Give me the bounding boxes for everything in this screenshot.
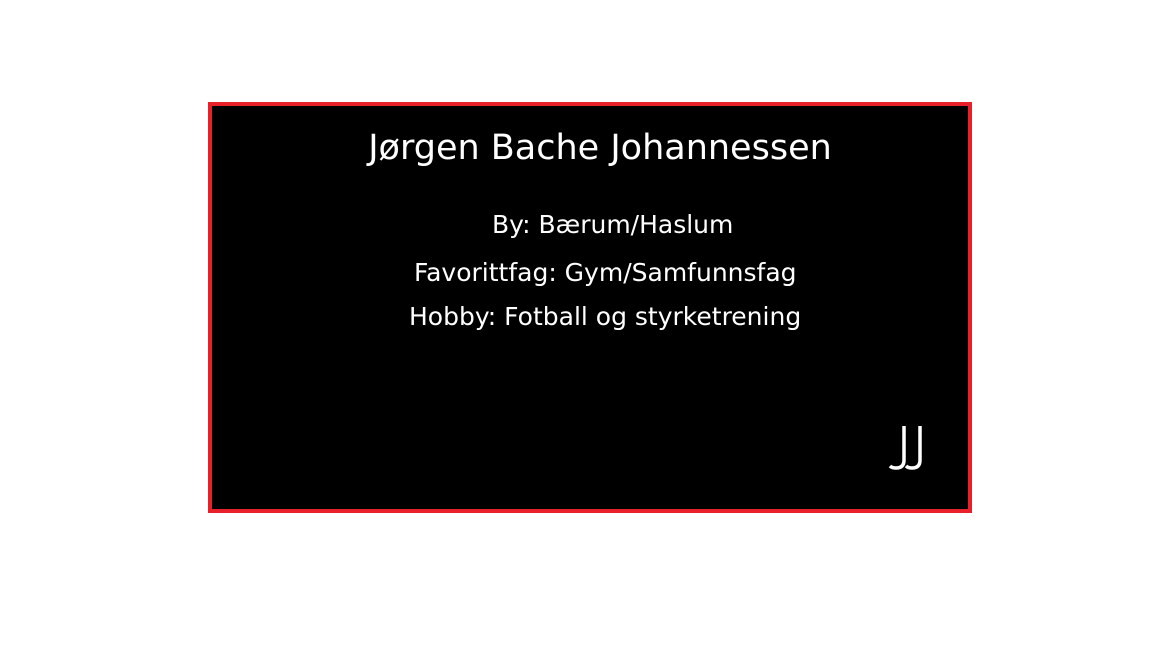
profile-name: Jørgen Bache Johannessen: [368, 128, 832, 168]
profile-favorite-subject: Favorittfag: Gym/Samfunnsfag: [414, 258, 797, 287]
jj-monogram-icon: [888, 426, 922, 470]
profile-card: Jørgen Bache Johannessen By: Bærum/Haslu…: [208, 102, 972, 513]
profile-city: By: Bærum/Haslum: [492, 210, 734, 239]
profile-hobby: Hobby: Fotball og styrketrening: [409, 302, 802, 331]
page-canvas: Jørgen Bache Johannessen By: Bærum/Haslu…: [0, 0, 1152, 648]
